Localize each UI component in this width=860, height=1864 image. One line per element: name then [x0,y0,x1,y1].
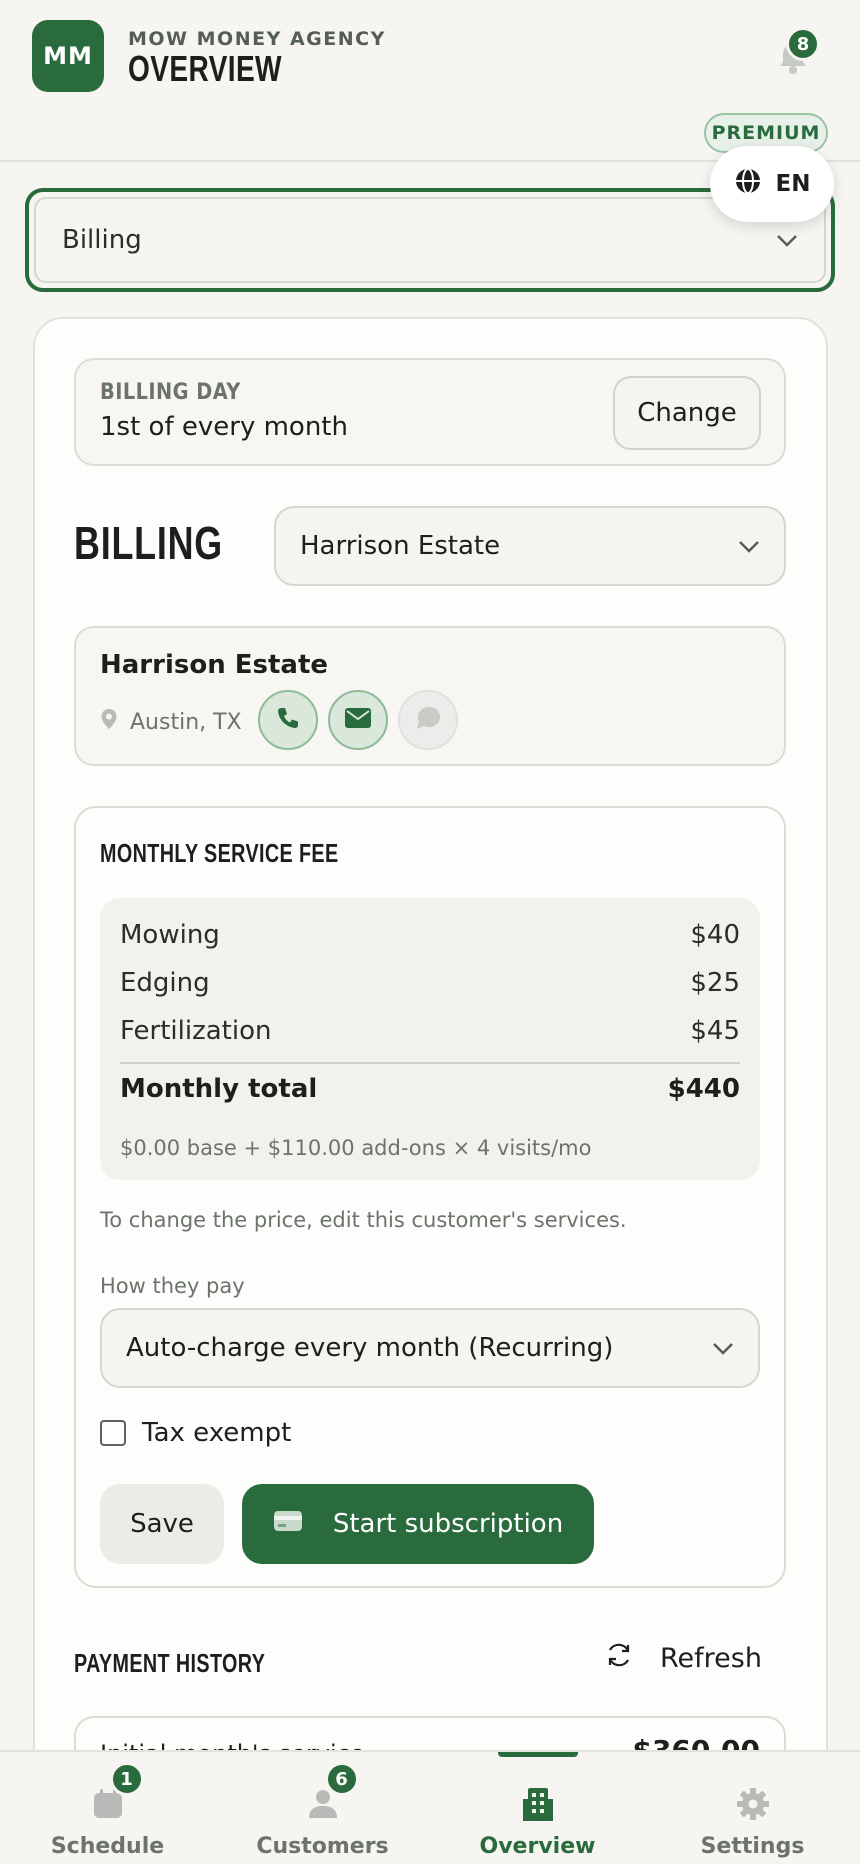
payment-history-title: PAYMENT HISTORY [74,1648,266,1678]
customer-select[interactable]: Harrison Estate [274,506,786,586]
divider [120,1062,740,1064]
fee-item-price: $45 [690,1016,740,1046]
fee-line-item: Edging $25 [120,968,740,998]
nav-overview-label: Overview [479,1834,596,1859]
tax-exempt-checkbox[interactable] [100,1420,126,1446]
nav-schedule[interactable]: 1 Schedule [0,1752,215,1864]
price-change-note: To change the price, edit this customer'… [100,1208,627,1232]
users-icon: 6 [301,1762,359,1826]
credit-card-icon [273,1509,303,1539]
agency-logo: MM [32,20,104,92]
chevron-down-icon [712,1333,734,1363]
notification-count-badge: 8 [786,27,820,61]
customer-card: Harrison Estate Austin, TX [74,626,786,766]
fee-total-value: $440 [667,1074,740,1104]
fee-line-item: Mowing $40 [120,920,740,950]
nav-settings[interactable]: Settings [645,1752,860,1864]
billing-day-label: BILLING DAY [100,380,241,405]
language-label: EN [775,171,811,197]
fee-line-item: Fertilization $45 [120,1016,740,1046]
email-button[interactable] [328,690,388,750]
customer-location-text: Austin, TX [130,709,242,735]
refresh-label: Refresh [660,1643,762,1674]
tax-exempt-option[interactable]: Tax exempt [100,1418,291,1448]
fee-calculation-text: $0.00 base + $110.00 add-ons × 4 visits/… [120,1136,592,1160]
fee-item-label: Edging [120,968,210,998]
mail-icon [344,707,372,733]
billing-heading: BILLING [74,517,223,569]
billing-day-value: 1st of every month [100,412,348,442]
calendar-icon: 1 [86,1762,144,1826]
schedule-badge: 1 [109,1762,144,1796]
change-billing-day-button[interactable]: Change [613,376,761,450]
message-button[interactable] [398,690,458,750]
gear-icon [731,1782,775,1826]
building-icon [516,1782,560,1826]
fee-item-label: Fertilization [120,1016,272,1046]
section-select[interactable]: Billing [25,188,835,292]
fee-breakdown-box: Mowing $40 Edging $25 Fertilization $45 … [100,898,760,1180]
tax-exempt-label: Tax exempt [142,1418,292,1448]
payment-method-select[interactable]: Auto-charge every month (Recurring) [100,1308,760,1388]
nav-customers[interactable]: 6 Customers [215,1752,430,1864]
payment-method-label: How they pay [100,1274,245,1298]
globe-icon [734,167,762,201]
customer-name: Harrison Estate [100,650,329,680]
section-select-value: Billing [62,225,142,255]
agency-name: MOW MONEY AGENCY [128,28,386,50]
app-header: MM MOW MONEY AGENCY OVERVIEW 8 PREMIUM [0,0,860,162]
nav-customers-label: Customers [256,1834,389,1859]
app-screen: MM MOW MONEY AGENCY OVERVIEW 8 PREMIUM E… [0,0,860,1864]
customers-badge: 6 [324,1762,359,1796]
refresh-icon [604,1640,634,1677]
bottom-navigation: 1 Schedule 6 Customers Overview Settings [0,1750,860,1864]
language-switcher[interactable]: EN [710,146,834,222]
call-button[interactable] [258,690,318,750]
payment-method-value: Auto-charge every month (Recurring) [126,1333,614,1363]
billing-day-panel: BILLING DAY 1st of every month Change [74,358,786,466]
location-pin-icon [100,708,118,736]
fee-item-price: $40 [690,920,740,950]
start-subscription-button[interactable]: Start subscription [242,1484,594,1564]
nav-settings-label: Settings [700,1834,805,1859]
refresh-button[interactable]: Refresh [604,1640,762,1677]
fee-total-label: Monthly total [120,1074,318,1104]
start-subscription-label: Start subscription [332,1509,564,1539]
fee-item-price: $25 [690,968,740,998]
save-button[interactable]: Save [100,1484,224,1564]
nav-schedule-label: Schedule [50,1834,165,1859]
monthly-fee-title: MONTHLY SERVICE FEE [100,838,339,868]
monthly-fee-card: MONTHLY SERVICE FEE Mowing $40 Edging $2… [74,806,786,1588]
customer-location: Austin, TX [100,708,242,736]
customer-select-value: Harrison Estate [300,531,501,561]
fee-item-label: Mowing [120,920,220,950]
fee-total-row: Monthly total $440 [120,1074,740,1104]
phone-icon [275,705,301,735]
page-title: OVERVIEW [128,48,282,89]
chevron-down-icon [738,531,760,561]
nav-overview[interactable]: Overview [430,1752,645,1864]
chevron-down-icon [776,225,798,255]
chat-bubble-icon [414,705,442,735]
